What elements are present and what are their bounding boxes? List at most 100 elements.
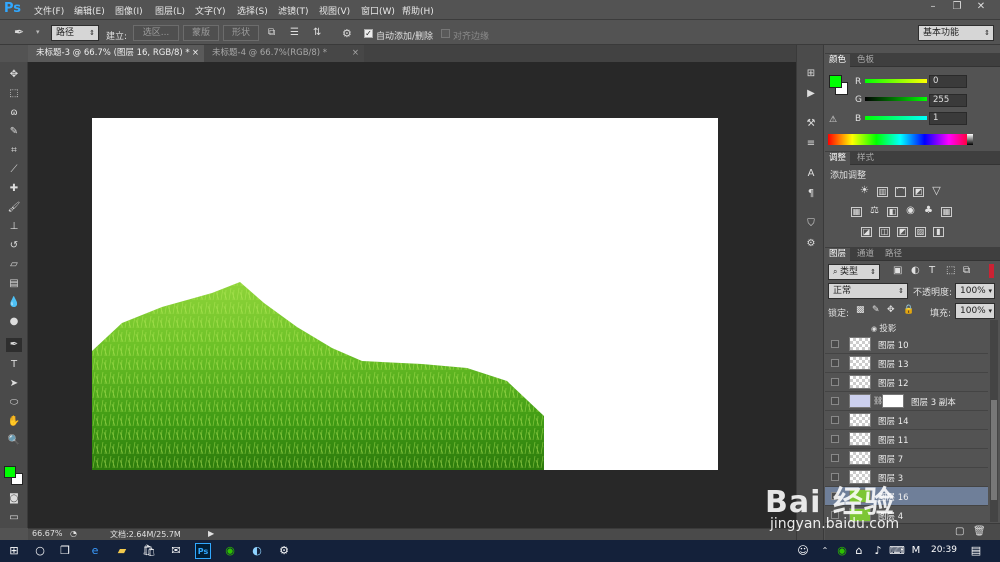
zoom-level[interactable]: 66.67% <box>32 529 63 538</box>
layer-filter-select[interactable]: ⌕ 类型 ⇕ <box>828 264 880 280</box>
crop-tool-icon[interactable]: ⌗ <box>6 144 22 158</box>
visibility-toggle[interactable] <box>831 397 839 405</box>
document-canvas[interactable] <box>92 118 718 470</box>
b-slider[interactable] <box>865 116 927 120</box>
tab-close-icon[interactable]: × <box>192 45 199 62</box>
history-panel-icon[interactable]: ⊞ <box>803 67 819 80</box>
pen-tool-icon[interactable]: ✒ <box>6 338 22 352</box>
brush-presets-icon[interactable]: ≡ <box>803 137 819 150</box>
path-mode-select[interactable]: 路径 ⇕ <box>51 25 99 41</box>
restore-icon[interactable]: ❐ <box>946 0 968 14</box>
visibility-toggle[interactable] <box>831 416 839 424</box>
quick-select-tool-icon[interactable]: ✎ <box>6 125 22 139</box>
layers-scrollbar[interactable] <box>990 320 998 522</box>
filter-toggle[interactable] <box>989 264 994 278</box>
screen-mode-icon[interactable]: ▭ <box>6 511 22 525</box>
wechat-icon[interactable]: ◉ <box>222 543 238 559</box>
mask-button[interactable]: 蒙版 <box>183 25 219 41</box>
clone-source-icon[interactable]: ⛉ <box>803 217 819 230</box>
zoom-tool-icon[interactable]: 🔍 <box>6 434 22 448</box>
gradient-tool-icon[interactable]: ▤ <box>6 277 22 291</box>
gamut-warning-icon[interactable]: ⚠ <box>829 115 837 125</box>
menu-edit[interactable]: 编辑(E) <box>74 4 105 17</box>
auto-add-checkbox[interactable]: ✓ <box>364 29 373 38</box>
tab-adjustments[interactable]: 调整 <box>825 152 851 165</box>
exposure-icon[interactable]: ◩ <box>913 187 924 197</box>
blend-mode-select[interactable]: 正常 ⇕ <box>828 283 908 299</box>
layer-row[interactable]: 图层 10 <box>825 335 988 354</box>
black-white-icon[interactable]: ◧ <box>887 207 898 217</box>
gear-icon[interactable]: ⚙ <box>342 27 354 40</box>
tab-untitled-4[interactable]: 未标题-4 @ 66.7%(RGB/8) * × <box>204 45 364 62</box>
spectrum-bw[interactable] <box>967 134 973 145</box>
visibility-toggle[interactable] <box>831 454 839 462</box>
channel-mixer-icon[interactable]: ♣ <box>923 206 934 217</box>
threshold-icon[interactable]: ◩ <box>897 227 908 237</box>
visibility-toggle[interactable] <box>831 359 839 367</box>
posterize-icon[interactable]: ◫ <box>879 227 890 237</box>
layer-mask-thumbnail[interactable] <box>882 394 904 408</box>
color-spectrum-bar[interactable] <box>828 134 973 145</box>
tab-paths[interactable]: 路径 <box>881 248 906 261</box>
windows-start-icon[interactable]: ⊞ <box>6 543 22 559</box>
g-value[interactable]: 255 <box>929 94 967 107</box>
tray-chevron-icon[interactable]: ⌃ <box>817 543 833 559</box>
shape-button[interactable]: 形状 <box>223 25 259 41</box>
lock-all-icon[interactable]: 🔒 <box>903 305 914 315</box>
visibility-toggle[interactable] <box>831 340 839 348</box>
ime-icon[interactable]: M <box>908 543 924 559</box>
status-menu-arrow[interactable]: ▶ <box>208 529 214 538</box>
gradient-map-icon[interactable]: ▮ <box>933 227 944 237</box>
hand-tool-icon[interactable]: ✋ <box>6 415 22 429</box>
pen-tool-icon[interactable]: ✒ <box>14 25 32 41</box>
layer-row[interactable]: 图层 11 <box>825 430 988 449</box>
menu-window[interactable]: 窗口(W) <box>361 4 395 17</box>
brightness-icon[interactable]: ☀ <box>859 186 870 197</box>
wechat-tray-icon[interactable]: ◉ <box>834 543 850 559</box>
quick-mask-icon[interactable]: ◙ <box>6 492 22 506</box>
visibility-toggle[interactable] <box>831 378 839 386</box>
fg-color-swatch[interactable] <box>829 75 842 88</box>
path-alignment-icon[interactable]: ☰ <box>290 27 302 39</box>
path-arrangement-icon[interactable]: ⇅ <box>313 27 327 39</box>
scrollbar-thumb[interactable] <box>991 400 997 500</box>
lock-transparent-icon[interactable]: ▩ <box>856 305 865 315</box>
app-icon[interactable]: ⚙ <box>276 543 292 559</box>
path-operations-icon[interactable]: ⧉ <box>268 27 280 39</box>
paragraph-panel-icon[interactable]: ¶ <box>803 187 819 200</box>
dodge-tool-icon[interactable]: ● <box>6 315 22 329</box>
eyedropper-tool-icon[interactable]: ⟋ <box>6 163 22 177</box>
selection-button[interactable]: 选区... <box>133 25 179 41</box>
b-value[interactable]: 1 <box>929 112 967 125</box>
history-brush-icon[interactable]: ↺ <box>6 239 22 253</box>
delete-layer-icon[interactable]: 🗑 <box>973 526 986 537</box>
align-edges-checkbox[interactable] <box>441 29 450 38</box>
task-view-icon[interactable]: ❐ <box>57 543 73 559</box>
tool-preset-chevron-icon[interactable]: ▾ <box>36 28 40 36</box>
menu-type[interactable]: 文字(Y) <box>195 4 226 17</box>
filter-type-icon[interactable]: T <box>929 265 935 276</box>
vibrance-icon[interactable]: ▽ <box>931 185 942 197</box>
lock-pixels-icon[interactable]: ✎ <box>872 305 880 315</box>
foreground-color-swatch[interactable] <box>4 466 16 478</box>
close-icon[interactable]: ✕ <box>970 0 992 14</box>
search-icon[interactable]: ○ <box>32 543 48 559</box>
levels-icon[interactable]: ▥ <box>877 187 888 197</box>
filter-pixel-icon[interactable]: ▣ <box>893 265 902 276</box>
filter-shape-icon[interactable]: ⬚ <box>946 265 955 276</box>
menu-image[interactable]: 图像(I) <box>115 4 143 17</box>
brush-tool-icon[interactable]: 🖌 <box>6 201 22 215</box>
opacity-input[interactable]: 100% ▾ <box>955 283 995 299</box>
notification-icon[interactable]: ▤ <box>968 543 984 559</box>
menu-help[interactable]: 帮助(H) <box>402 4 434 17</box>
hue-saturation-icon[interactable]: ▦ <box>851 207 862 217</box>
color-balance-icon[interactable]: ⚖ <box>869 206 880 217</box>
photoshop-taskbar-icon[interactable]: Ps <box>195 543 211 559</box>
path-selection-icon[interactable]: ➤ <box>6 377 22 391</box>
keyboard-layout-icon[interactable]: ⌨ <box>889 543 905 559</box>
browser-icon[interactable]: ◐ <box>249 543 265 559</box>
r-slider[interactable] <box>865 79 927 83</box>
r-value[interactable]: 0 <box>929 75 967 88</box>
clock-time[interactable]: 20:39 <box>931 545 957 555</box>
layer-row[interactable]: 图层 12 <box>825 373 988 392</box>
